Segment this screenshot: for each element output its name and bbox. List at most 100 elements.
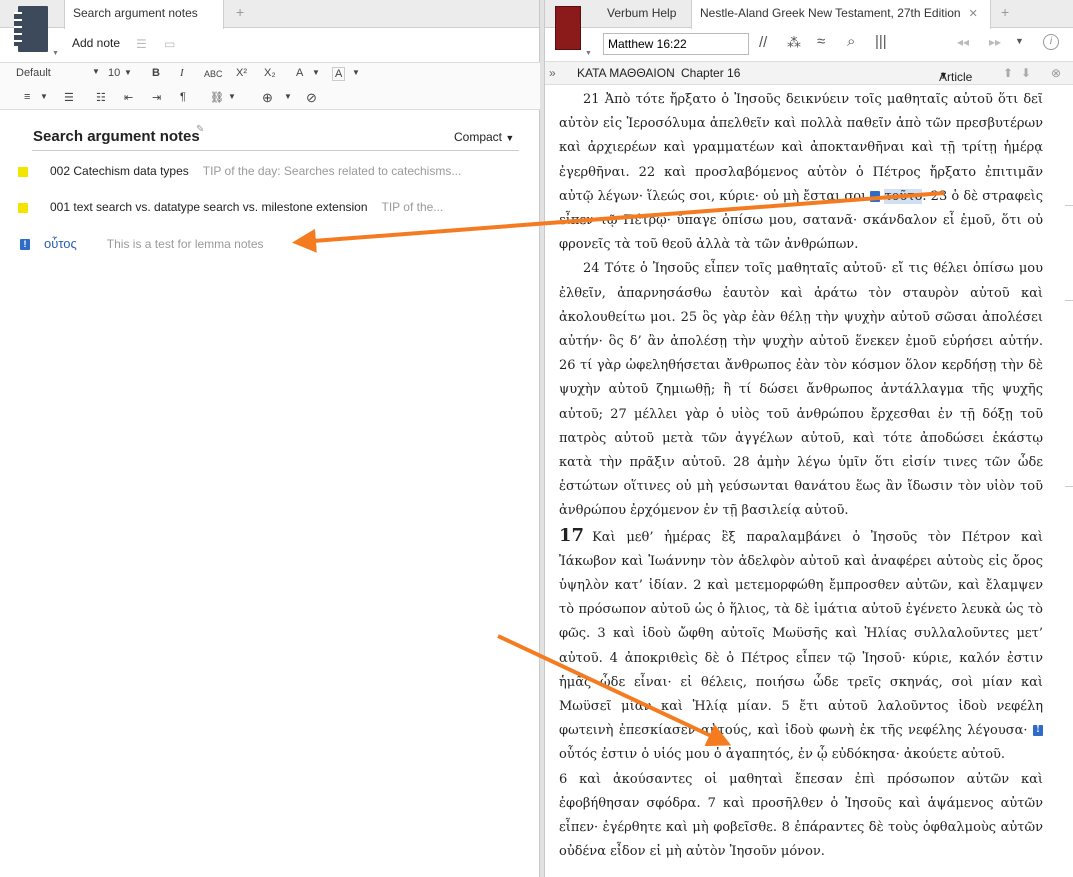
scroll-marker [1065, 300, 1073, 301]
font-size-select[interactable]: 10 [108, 67, 120, 79]
app-window: Search argument notes + ▼ Add note ☰ ▭ D… [0, 0, 1073, 877]
italic-icon[interactable]: I [180, 67, 184, 79]
globe-icon[interactable]: ⊕ [262, 90, 273, 106]
edit-title-icon[interactable]: ✎ [196, 124, 204, 135]
language-dropdown-icon[interactable]: ▼ [284, 92, 292, 101]
divider [32, 150, 519, 151]
breadcrumb: » ΚΑΤΑ ΜΑΘΘΑΙΟΝ › Chapter 16 Article ▼ ⬆… [545, 61, 1073, 85]
verse-text[interactable]: Καὶ μεθ’ ἡμέρας ἓξ παραλαμβάνει ὁ Ἰησοῦς… [559, 530, 1043, 739]
paragraph: 24 Τότε ὁ Ἰησοῦς εἶπεν τοῖς μαθηταῖς αὐτ… [559, 257, 1043, 523]
panel-menu-icon[interactable]: ▼ [1015, 36, 1024, 46]
close-tab-icon[interactable]: ✕ [969, 8, 978, 20]
scroll-marker [1065, 486, 1073, 487]
view-mode-dropdown[interactable]: Compact ▼ [454, 130, 514, 144]
search-icon[interactable]: ⌕ [847, 33, 855, 50]
font-dropdown-icon[interactable]: ▼ [92, 67, 100, 76]
bold-icon[interactable]: B [152, 67, 160, 79]
people-icon[interactable]: ⁂ [787, 34, 801, 51]
note-flag-icon[interactable]: ! [870, 190, 898, 202]
note-list-icon: ☰ [136, 37, 147, 51]
note-list-item[interactable]: ! οὗτος This is a test for lemma notes [20, 236, 264, 254]
add-note-button[interactable]: Add note [72, 36, 120, 50]
clear-formatting-icon[interactable]: ⊘ [306, 90, 317, 106]
verse-text[interactable]: 24 Τότε ὁ Ἰησοῦς εἶπεν τοῖς μαθηταῖς αὐτ… [559, 261, 1043, 518]
next-article-icon[interactable]: ⬇ [1021, 66, 1031, 80]
link-icon[interactable]: ⛓ [210, 91, 224, 104]
forward-icon[interactable]: ▸▸ [989, 35, 1001, 49]
back-icon[interactable]: ◂◂ [957, 35, 969, 49]
note-preview: TIP of the... [381, 200, 444, 214]
notes-panel: Search argument notes + ▼ Add note ☰ ▭ D… [0, 0, 540, 877]
resource-cover-icon[interactable] [555, 6, 581, 50]
note-list-item[interactable]: 001 text search vs. datatype search vs. … [18, 200, 443, 218]
highlight-color-icon[interactable]: A [332, 67, 346, 81]
bible-tabbar: Verbum Help Nestle-Aland Greek New Testa… [545, 0, 1073, 29]
formatting-toolbar: Default ▼ 10 ▼ B I ABC X² X₂ A ▼ A ▼ ≡ ▼… [0, 62, 540, 110]
note-list-item[interactable]: 002 Catechism data types TIP of the day: … [18, 164, 461, 182]
link-dropdown-icon[interactable]: ▼ [228, 92, 236, 101]
tab-label: Verbum Help [607, 6, 677, 20]
new-tab-icon[interactable]: + [1001, 4, 1009, 20]
resource-menu-arrow-icon[interactable]: ▼ [585, 50, 592, 57]
note-flag-icon[interactable]: ! [1033, 725, 1043, 737]
paragraph: 6 καὶ ἀκούσαντες οἱ μαθηταὶ ἔπεσαν ἐπὶ π… [559, 768, 1043, 865]
notes-tabbar: Search argument notes + [0, 0, 539, 29]
note-title: οὗτος [44, 236, 77, 251]
tab-label: Nestle-Aland Greek New Testament, 27th E… [700, 6, 961, 20]
reference-input[interactable] [603, 33, 749, 55]
columns-icon[interactable]: ||| [875, 33, 887, 50]
indent-icon[interactable]: ⇥ [152, 91, 161, 104]
outdent-icon[interactable]: ⇤ [124, 91, 133, 104]
highlighted-word[interactable]: τοῦτο [884, 188, 923, 204]
info-icon[interactable]: i [1043, 34, 1059, 50]
verse-text[interactable]: 6 καὶ ἀκούσαντες οἱ μαθηταὶ ἔπεσαν ἐπὶ π… [559, 772, 1043, 860]
notebook-menu-arrow-icon[interactable]: ▼ [52, 50, 59, 57]
chevron-down-icon: ▼ [939, 70, 948, 80]
note-card-icon: ▭ [164, 37, 176, 51]
font-name-select[interactable]: Default [16, 67, 51, 79]
verse-text[interactable]: οὗτός ἐστιν ὁ υἱός μου ὁ ἀγαπητός, ἐν ᾧ … [559, 747, 1005, 762]
expand-icon[interactable]: » [549, 66, 556, 80]
numbered-list-icon[interactable]: ☷ [96, 91, 106, 104]
bullet-list-icon[interactable]: ☰ [64, 91, 74, 104]
small-caps-icon[interactable]: ABC [204, 69, 223, 79]
subscript-icon[interactable]: X₂ [264, 67, 276, 79]
tab-nestle-aland[interactable]: Nestle-Aland Greek New Testament, 27th E… [691, 0, 991, 29]
visual-filter-icon[interactable]: ≈ [817, 33, 825, 50]
note-flag-icon: ! [20, 239, 30, 251]
note-preview: This is a test for lemma notes [106, 237, 264, 251]
notes-title: Search argument notes [33, 128, 200, 145]
breadcrumb-chapter[interactable]: Chapter 16 [681, 66, 740, 80]
close-bar-icon[interactable]: ⊗ [1051, 66, 1061, 80]
highlight-dropdown-icon[interactable]: ▼ [352, 68, 360, 77]
tab-label: Search argument notes [73, 6, 198, 20]
note-title: 002 Catechism data types [50, 164, 189, 178]
align-dropdown-icon[interactable]: ▼ [40, 92, 48, 101]
scroll-marker [1065, 205, 1073, 206]
paragraph: 21 Ἀπὸ τότε ἤρξατο ὁ Ἰησοῦς δεικνύειν το… [559, 88, 1043, 257]
paragraph: 17 Καὶ μεθ’ ἡμέρας ἓξ παραλαμβάνει ὁ Ἰησο… [559, 524, 1043, 768]
sticky-note-icon [18, 166, 28, 177]
size-dropdown-icon[interactable]: ▼ [124, 68, 132, 77]
bible-text: 21 Ἀπὸ τότε ἤρξατο ὁ Ἰησοῦς δεικνύειν το… [559, 88, 1043, 865]
chapter-number: 17 [559, 524, 585, 546]
text-color-icon[interactable]: A [296, 67, 303, 79]
notebook-icon[interactable] [14, 6, 48, 52]
text-color-dropdown-icon[interactable]: ▼ [312, 68, 320, 77]
align-icon[interactable]: ≡ [24, 91, 30, 103]
note-title: 001 text search vs. datatype search vs. … [50, 200, 368, 214]
previous-article-icon[interactable]: ⬆ [1003, 66, 1013, 80]
superscript-icon[interactable]: X² [236, 67, 247, 79]
verse-text[interactable]: 21 Ἀπὸ τότε ἤρξατο ὁ Ἰησοῦς δεικνύειν το… [559, 92, 1043, 204]
tab-search-argument-notes[interactable]: Search argument notes [64, 0, 224, 29]
new-tab-icon[interactable]: + [236, 4, 244, 20]
chevron-right-icon: › [669, 66, 673, 80]
tab-verbum-help[interactable]: Verbum Help [599, 0, 684, 28]
parallel-resources-icon[interactable]: // [759, 34, 767, 51]
sticky-note-icon [18, 202, 28, 213]
breadcrumb-book[interactable]: ΚΑΤΑ ΜΑΘΘΑΙΟΝ [577, 66, 675, 80]
note-preview: TIP of the day: Searches related to cate… [202, 164, 462, 178]
chevron-down-icon: ▼ [505, 133, 515, 143]
rtl-icon[interactable]: ¶ [180, 91, 186, 103]
bible-panel: Verbum Help Nestle-Aland Greek New Testa… [544, 0, 1073, 877]
